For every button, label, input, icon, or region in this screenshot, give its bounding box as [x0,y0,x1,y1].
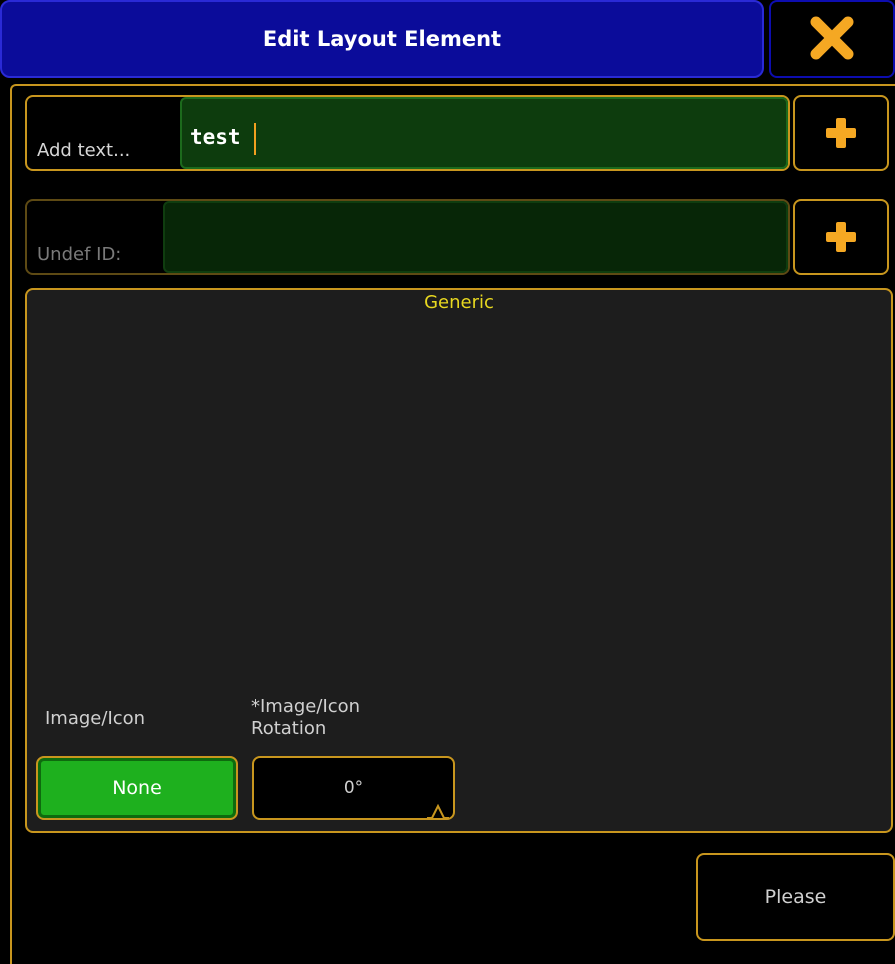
image-icon-label: Image/Icon [45,708,146,729]
rotation-label-line2: Rotation [251,718,327,739]
text-cursor [254,123,256,155]
generic-section: Generic Image/Icon *Image/Icon Rotation … [25,288,893,833]
id-input[interactable] [163,201,788,273]
id-row-label: Undef ID: [37,244,122,265]
id-row: Undef ID: [25,199,790,275]
text-row-label: Add text... [37,140,131,161]
window-title: Edit Layout Element [262,27,502,51]
rotation-button[interactable]: 0° [252,756,455,820]
generic-section-title: Generic [424,292,494,313]
plus-icon [826,118,856,148]
image-icon-button[interactable]: None [36,756,238,820]
rotation-label-line1: *Image/Icon [251,696,361,717]
rotation-value: 0° [343,778,364,798]
add-id-button[interactable] [793,199,889,275]
close-button[interactable] [769,0,895,78]
plus-icon [826,222,856,252]
dropdown-notch-icon [427,804,449,819]
rotation-label: *Image/Icon Rotation [251,696,360,740]
add-text-button[interactable] [793,95,889,171]
close-icon [810,16,854,60]
text-row: Add text... test [25,95,790,171]
text-input[interactable]: test [180,97,788,169]
text-input-value: test [190,125,241,149]
please-button[interactable]: Please [696,853,895,941]
